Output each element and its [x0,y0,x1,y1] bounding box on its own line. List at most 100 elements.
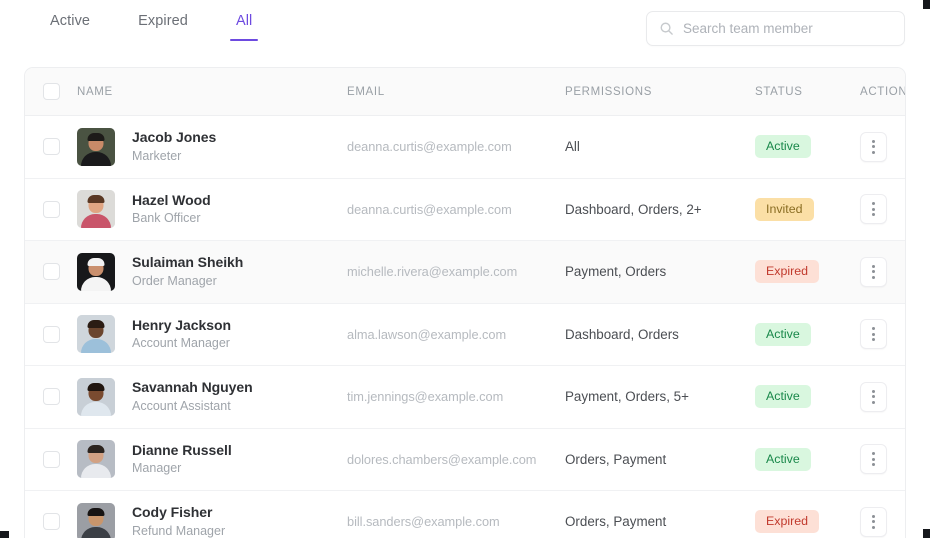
kebab-dot-icon [872,139,875,143]
avatar [77,377,115,416]
member-permissions: Orders, Payment [565,514,667,530]
action-cell [860,506,905,537]
member-cell: Jacob Jones Marketer [77,127,347,166]
row-checkbox[interactable] [42,138,60,156]
kebab-dot-icon [872,525,875,529]
avatar [77,502,115,538]
row-select-cell [25,388,77,406]
row-checkbox[interactable] [42,388,60,406]
member-email: bill.sanders@example.com [347,514,500,530]
kebab-dot-icon [872,327,875,331]
member-identity: Hazel Wood Bank Officer [132,192,211,227]
row-checkbox[interactable] [42,513,60,531]
row-checkbox[interactable] [42,263,60,281]
table-row[interactable]: Sulaiman Sheikh Order Manager michelle.riv… [25,241,905,304]
row-actions-button[interactable] [860,444,887,475]
kebab-dot-icon [872,202,875,206]
kebab-dot-icon [872,207,875,211]
edge-artifact-top-right [923,0,930,9]
kebab-dot-icon [872,150,875,154]
kebab-dot-icon [872,452,875,456]
status-badge: Expired [755,260,820,284]
member-permissions: Dashboard, Orders, 2+ [565,201,702,217]
action-cell [860,256,905,287]
tab-expired[interactable]: Expired [114,9,212,41]
member-name: Hazel Wood [132,191,211,208]
member-cell: Sulaiman Sheikh Order Manager [77,252,347,291]
row-select-cell [25,263,77,281]
kebab-dot-icon [872,457,875,461]
kebab-dot-icon [872,514,875,518]
table-row[interactable]: Hazel Wood Bank Officer deanna.curtis@exam… [25,178,905,241]
member-permissions: All [565,139,580,155]
action-cell [860,444,905,475]
status-filter-tabs: Active Expired All [26,9,276,41]
status-badge: Active [755,322,811,346]
status-cell: Active [755,385,860,409]
kebab-dot-icon [872,213,875,217]
member-permissions: Orders, Payment [565,451,667,467]
column-header-action: ACTION [860,85,906,98]
row-checkbox[interactable] [42,200,60,218]
kebab-dot-icon [872,264,875,268]
member-role: Account Manager [132,336,230,351]
row-actions-button[interactable] [860,381,887,412]
status-badge: Expired [755,510,820,534]
avatar [77,252,115,291]
search-box[interactable] [646,11,905,46]
row-checkbox[interactable] [42,325,60,343]
tab-active[interactable]: Active [26,9,114,41]
status-cell: Expired [755,260,860,284]
member-email: deanna.curtis@example.com [347,139,512,155]
table-body: Jacob Jones Marketer deanna.curtis@example… [25,116,905,538]
row-actions-button[interactable] [860,194,887,225]
kebab-dot-icon [872,395,875,399]
member-identity: Cody Fisher Refund Manager [132,504,225,538]
row-select-cell [25,513,77,531]
row-actions-button[interactable] [860,506,887,537]
row-select-cell [25,450,77,468]
table-row[interactable]: Dianne Russell Manager dolores.chambers@ex… [25,428,905,491]
column-header-name: NAME [77,85,113,98]
member-name: Cody Fisher [132,504,213,521]
kebab-dot-icon [872,145,875,149]
member-email: tim.jennings@example.com [347,389,504,405]
table-row[interactable]: Savannah Nguyen Account Assistant tim.jenn… [25,366,905,429]
status-badge: Invited [755,197,814,221]
edge-artifact-bottom-left [0,531,9,538]
tab-all[interactable]: All [212,9,276,41]
member-email: michelle.rivera@example.com [347,264,518,280]
table-row[interactable]: Cody Fisher Refund Manager bill.sanders@ex… [25,491,905,538]
member-role: Marketer [132,148,182,163]
action-cell [860,319,905,350]
member-cell: Hazel Wood Bank Officer [77,190,347,229]
member-role: Manager [132,461,182,476]
kebab-dot-icon [872,463,875,467]
toolbar: Active Expired All [0,0,930,57]
table-row[interactable]: Jacob Jones Marketer deanna.curtis@example… [25,116,905,179]
row-actions-button[interactable] [860,256,887,287]
select-all-checkbox[interactable] [42,83,60,100]
member-name: Sulaiman Sheikh [132,254,244,271]
member-permissions: Payment, Orders, 5+ [565,389,689,405]
member-cell: Savannah Nguyen Account Assistant [77,377,347,416]
team-members-table: NAME EMAIL PERMISSIONS STATUS ACTION Jac… [24,67,906,538]
member-identity: Jacob Jones Marketer [132,129,216,164]
column-header-permissions: PERMISSIONS [565,85,653,98]
kebab-dot-icon [872,520,875,524]
member-cell: Dianne Russell Manager [77,440,347,479]
row-select-cell [25,138,77,156]
table-row[interactable]: Henry Jackson Account Manager alma.lawson@… [25,303,905,366]
row-actions-button[interactable] [860,131,887,162]
row-actions-button[interactable] [860,319,887,350]
member-role: Account Assistant [132,398,231,413]
member-role: Order Manager [132,273,217,288]
search-input[interactable] [683,21,892,36]
row-checkbox[interactable] [42,450,60,468]
kebab-dot-icon [872,332,875,336]
member-name: Jacob Jones [132,129,217,146]
team-members-page: ActiveExpiredAll NAME EMAIL PERMISSIONS … [0,0,930,538]
status-badge: Active [755,447,811,471]
status-cell: Active [755,135,860,159]
kebab-dot-icon [872,400,875,404]
